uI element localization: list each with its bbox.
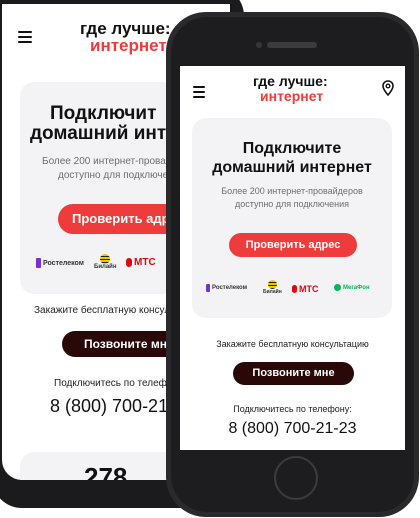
mts-egg-icon (126, 258, 132, 267)
hero-title-line2: домашний интернет (212, 159, 372, 176)
provider-rostelecom-label: Ростелеком (212, 285, 248, 291)
back-stat-number: 278 (84, 462, 128, 480)
beeline-logo-icon (100, 254, 111, 264)
back-provider-rostelecom: Ростелеком (36, 258, 84, 268)
logo-line1: где лучше: (253, 73, 328, 89)
provider-mts: МТС (292, 284, 319, 294)
check-address-button[interactable]: Проверить адрес (229, 233, 357, 257)
front-speaker (267, 42, 317, 48)
front-phone-screen: где лучше: интернет Подключите домашний … (180, 66, 405, 450)
rostelecom-logo-icon (36, 258, 41, 268)
rostelecom-logo-icon (206, 284, 210, 292)
provider-mts-label: МТС (299, 284, 319, 294)
back-provider-rostelecom-label: Ростелеком (43, 259, 84, 267)
logo-line2: интернет (260, 88, 324, 104)
hero-title-line1: Подключите (242, 140, 342, 157)
hero-subtitle-line1: Более 200 интернет-провайдеров (221, 186, 363, 196)
phone-number-link[interactable]: 8 (800) 700-21-23 (180, 420, 405, 438)
consult-text: Закажите бесплатную консультацию (216, 339, 369, 349)
back-provider-beeline-label: Билайн (94, 264, 117, 270)
home-button[interactable] (274, 456, 318, 500)
site-logo[interactable]: где лучше: интернет (253, 74, 343, 104)
megafon-logo-icon (334, 284, 341, 291)
phone-intro-text: Подключитесь по телефону: (233, 404, 352, 414)
mts-egg-icon (292, 285, 297, 293)
provider-megafon-label: МегаФон (343, 284, 370, 291)
map-pin-icon[interactable] (381, 80, 395, 97)
provider-beeline: Билайн (263, 280, 282, 295)
back-menu-icon[interactable] (18, 31, 32, 46)
menu-icon[interactable] (193, 86, 205, 101)
back-provider-mts-label: МТС (134, 257, 156, 268)
hero-subtitle-line2: доступно для подключения (234, 199, 350, 209)
call-me-button[interactable]: Позвоните мне (233, 362, 354, 385)
provider-beeline-label: Билайн (263, 289, 282, 295)
provider-megafon: МегаФон (334, 284, 370, 291)
back-provider-mts: МТС (126, 257, 156, 268)
beeline-logo-icon (267, 280, 277, 289)
front-camera (256, 42, 262, 48)
back-provider-beeline: Билайн (94, 254, 116, 270)
provider-rostelecom: Ростелеком (206, 284, 247, 292)
